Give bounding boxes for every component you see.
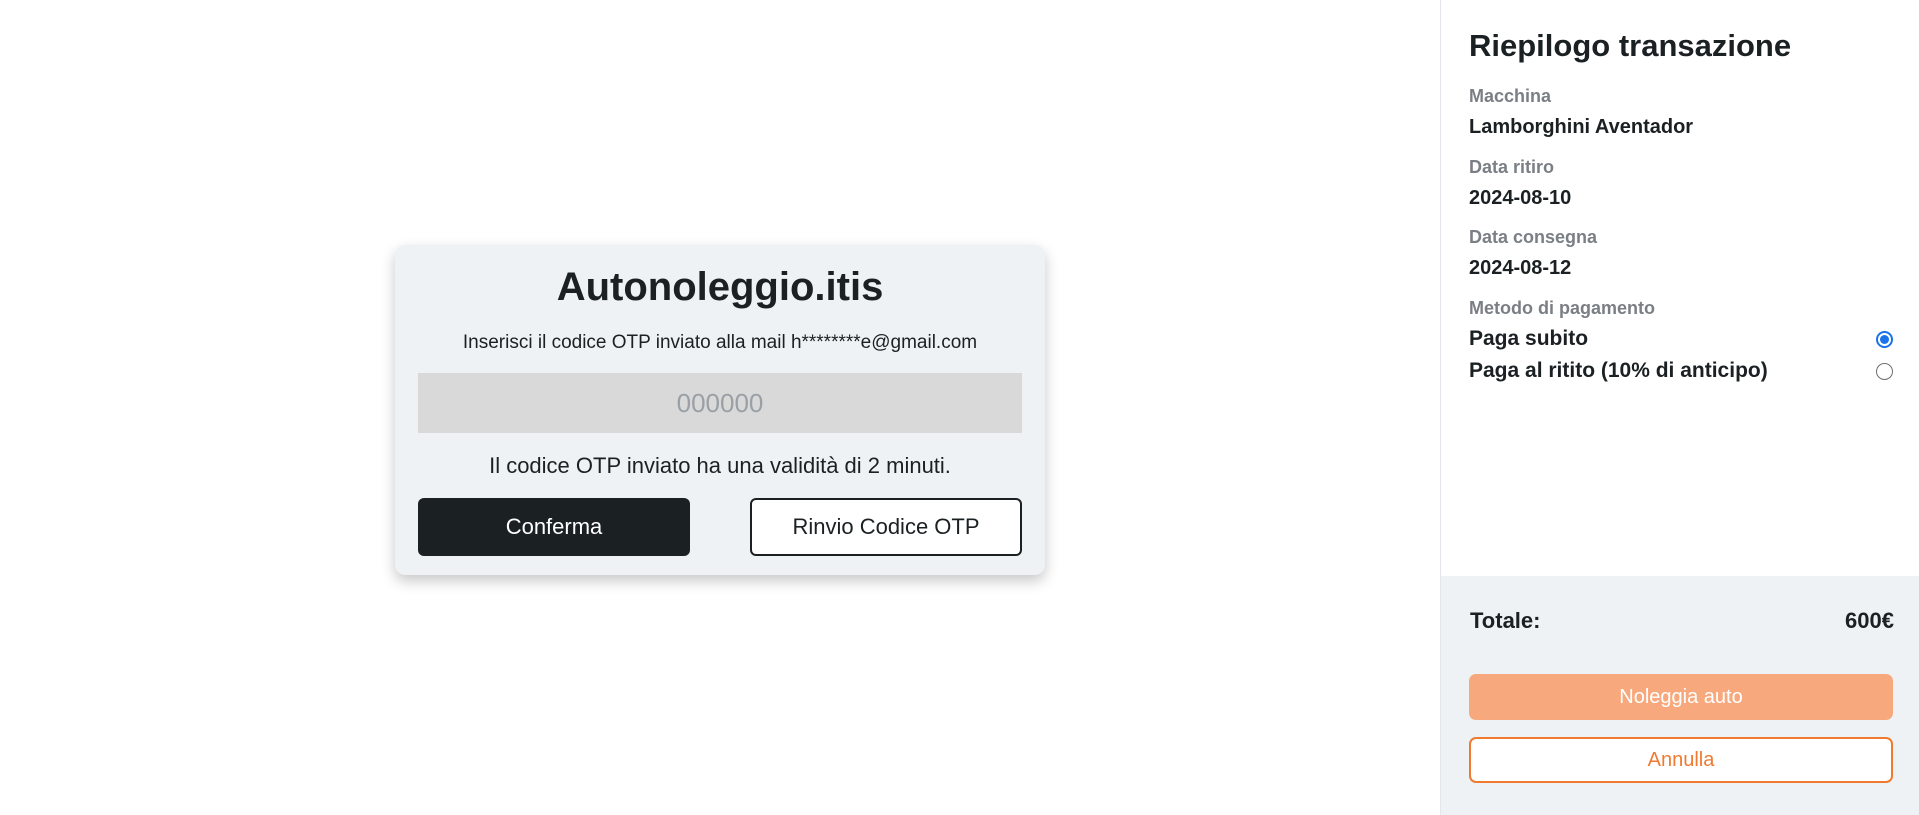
pickup-date-label: Data ritiro	[1469, 157, 1555, 177]
otp-card: Autonoleggio.itis Inserisci il codice OT…	[395, 245, 1045, 575]
return-date-value: 2024-08-12	[1469, 257, 1572, 279]
payment-option-label: Paga al ritito (10% di anticipo)	[1469, 359, 1768, 382]
payment-method-label: Metodo di pagamento	[1469, 298, 1655, 318]
transaction-summary-panel: Riepilogo transazione Macchina Lamborghi…	[1440, 0, 1919, 815]
confirm-button[interactable]: Conferma	[418, 498, 690, 556]
total-value: 600€	[1845, 608, 1894, 633]
app-title: Autonoleggio.itis	[556, 265, 884, 309]
payment-option-label: Paga subito	[1469, 327, 1589, 350]
pickup-date-value: 2024-08-10	[1469, 187, 1572, 209]
summary-footer: Totale: 600€ Noleggia auto Annulla	[1441, 576, 1919, 815]
radio-pay-now[interactable]	[1876, 330, 1893, 348]
rent-car-button[interactable]: Noleggia auto	[1469, 674, 1893, 720]
page: Autonoleggio.itis Inserisci il codice OT…	[0, 0, 1919, 815]
otp-input[interactable]	[418, 373, 1022, 433]
summary-title: Riepilogo transazione	[1469, 28, 1792, 63]
otp-instructions: Inserisci il codice OTP inviato alla mai…	[462, 332, 978, 353]
resend-otp-button[interactable]: Rinvio Codice OTP	[750, 498, 1022, 556]
payment-option-pay-now[interactable]: Paga subito	[1469, 326, 1893, 352]
car-label: Macchina	[1469, 86, 1552, 106]
payment-option-pay-at-pickup[interactable]: Paga al ritito (10% di anticipo)	[1469, 358, 1893, 384]
car-value: Lamborghini Aventador	[1469, 116, 1694, 138]
radio-pay-at-pickup[interactable]	[1876, 362, 1893, 380]
return-date-label: Data consegna	[1469, 227, 1598, 247]
total-label: Totale:	[1470, 608, 1541, 633]
cancel-button[interactable]: Annulla	[1469, 737, 1893, 783]
otp-validity-note: Il codice OTP inviato ha una validità di…	[489, 453, 951, 478]
